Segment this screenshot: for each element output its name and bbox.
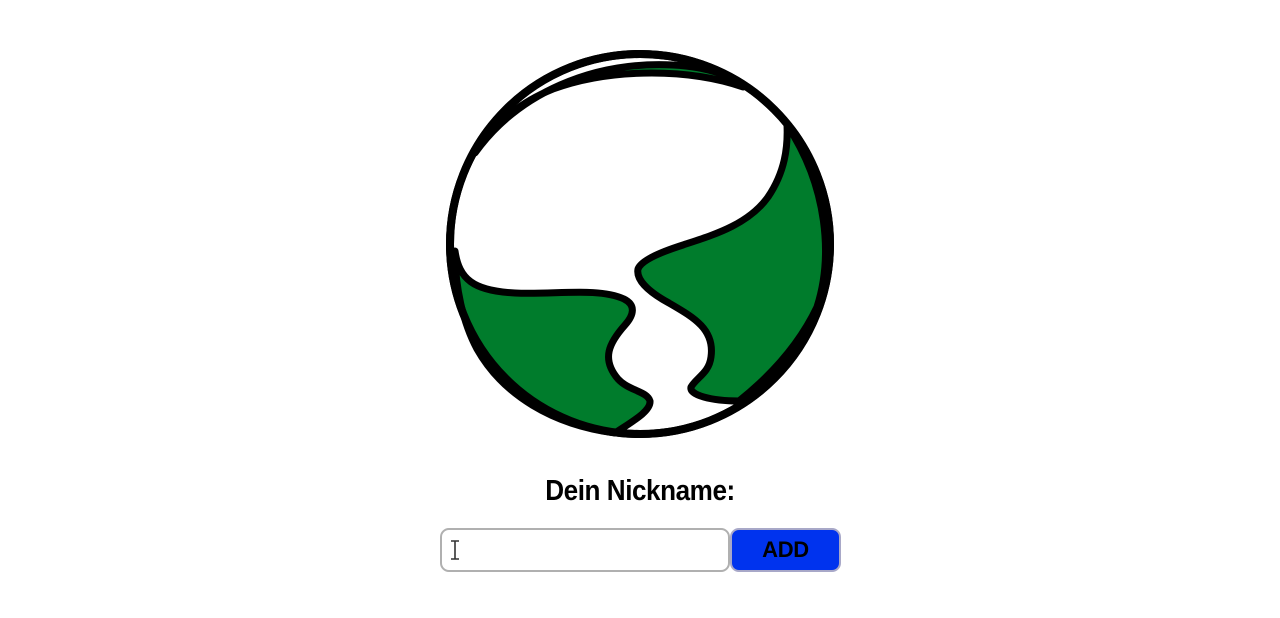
globe-logo-icon xyxy=(446,50,834,438)
nickname-input[interactable] xyxy=(440,528,730,572)
add-button[interactable]: ADD xyxy=(730,528,841,572)
nickname-title: Dein Nickname: xyxy=(545,475,735,507)
page: Dein Nickname: ADD xyxy=(0,0,1280,618)
